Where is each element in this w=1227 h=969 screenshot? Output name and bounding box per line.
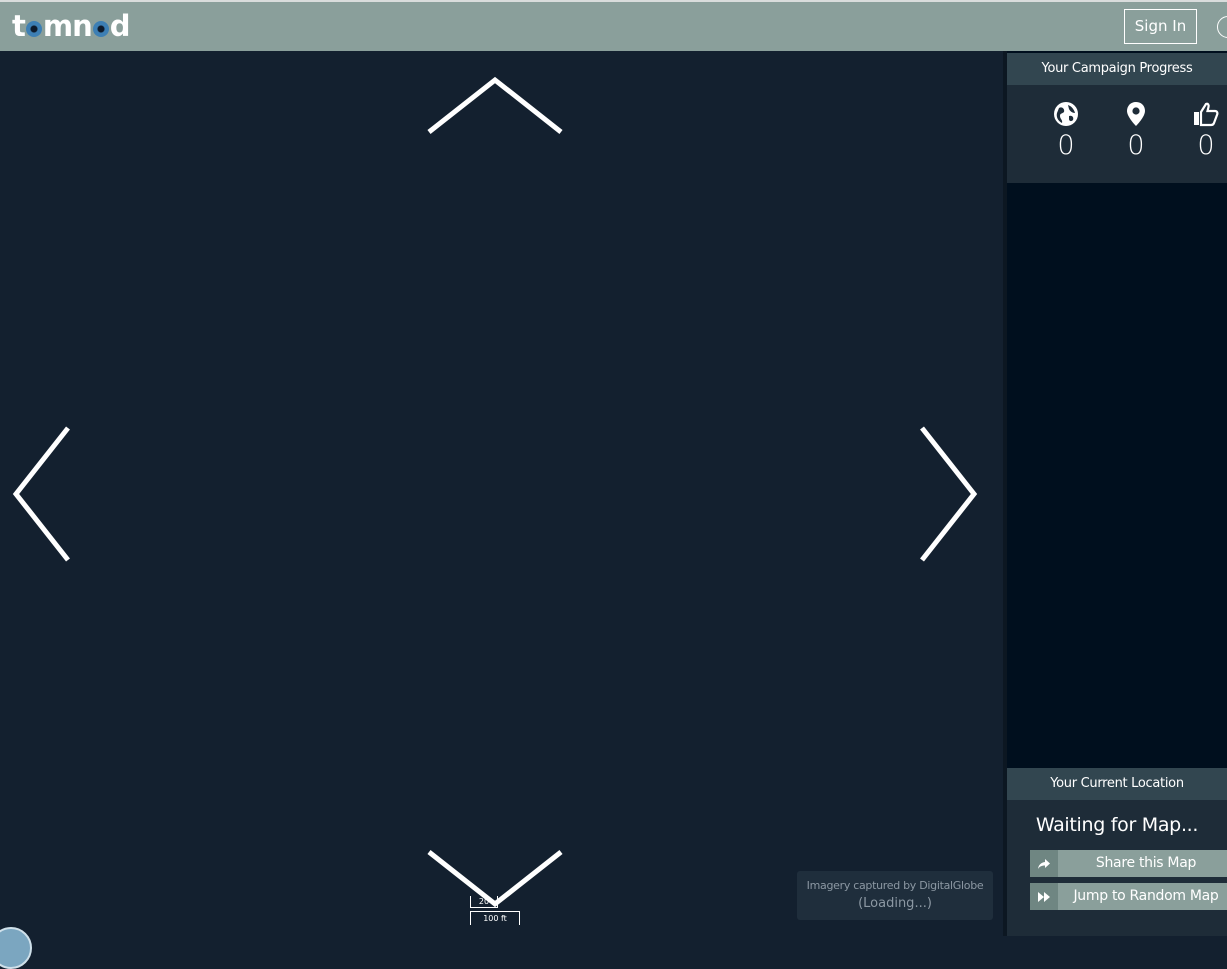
stat-tags-placed: 0 <box>1116 101 1156 161</box>
pan-right-arrow-icon[interactable] <box>916 425 980 563</box>
scale-small-label: 20 <box>470 896 498 908</box>
campaign-progress-title: Your Campaign Progress <box>1007 53 1227 85</box>
campaign-progress-panel: 0 0 0 <box>1007 85 1227 183</box>
logo-text-end: d <box>109 9 131 43</box>
map-pin-icon <box>1127 102 1145 126</box>
fast-forward-icon <box>1030 883 1058 910</box>
logo-text-start: t <box>12 9 26 43</box>
sign-in-button[interactable]: Sign In <box>1124 9 1197 44</box>
map-viewport[interactable]: 20 100 ft Imagery captured by DigitalGlo… <box>0 51 1003 936</box>
stat-agreements: 0 <box>1186 101 1226 161</box>
pan-left-arrow-icon[interactable] <box>10 425 74 563</box>
current-location-panel: Waiting for Map... Share this Map Jump t… <box>1007 800 1227 936</box>
tomnod-logo[interactable]: t mn d <box>12 9 131 43</box>
share-icon <box>1030 850 1058 877</box>
stat-value: 0 <box>1197 130 1215 161</box>
attribution-text: Imagery captured by DigitalGlobe <box>806 879 984 892</box>
thumbs-up-icon <box>1194 102 1219 127</box>
logo-text-middle: mn <box>42 9 93 43</box>
share-map-label: Share this Map <box>1095 855 1197 871</box>
help-icon[interactable] <box>1217 16 1227 38</box>
stat-maps-viewed: 0 <box>1046 101 1086 161</box>
jump-random-map-label: Jump to Random Map <box>1073 888 1219 904</box>
jump-random-map-button[interactable]: Jump to Random Map <box>1030 883 1227 910</box>
globe-icon <box>1054 102 1078 126</box>
stat-value: 0 <box>1057 130 1075 161</box>
share-map-button[interactable]: Share this Map <box>1030 850 1227 877</box>
location-status: Waiting for Map... <box>1035 814 1199 836</box>
imagery-attribution: Imagery captured by DigitalGlobe (Loadin… <box>797 871 993 920</box>
stat-value: 0 <box>1127 130 1145 161</box>
top-bar: t mn d Sign In <box>0 2 1227 51</box>
sidebar: Your Campaign Progress 0 0 0 Your Curren… <box>1007 51 1227 936</box>
logo-eye-icon <box>92 21 109 37</box>
current-location-title: Your Current Location <box>1007 768 1227 800</box>
logo-eye-icon <box>25 21 42 37</box>
map-scale-bar: 20 100 ft <box>470 894 520 928</box>
attribution-status: (Loading...) <box>858 896 932 911</box>
pan-up-arrow-icon[interactable] <box>424 75 566 135</box>
scale-large-label: 100 ft <box>470 911 520 925</box>
